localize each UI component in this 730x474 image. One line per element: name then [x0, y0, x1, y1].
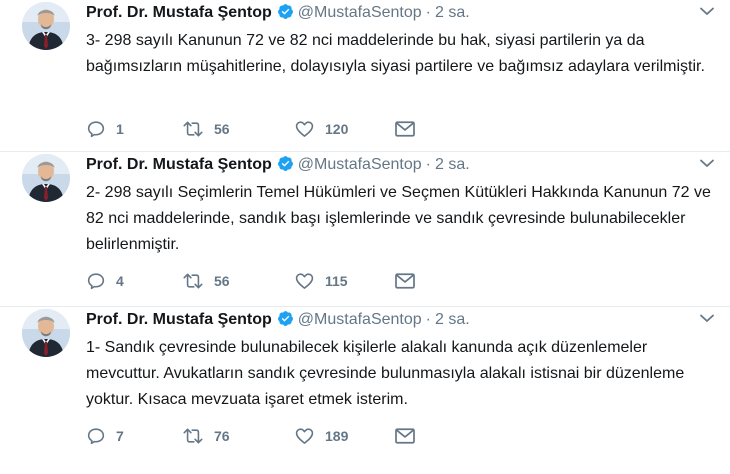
- tweet[interactable]: Prof. Dr. Mustafa Şentop @MustafaSentop · 2…: [0, 152, 730, 307]
- envelope-icon: [395, 273, 415, 289]
- tweet[interactable]: Prof. Dr. Mustafa Şentop @MustafaSentop · 2…: [0, 0, 730, 152]
- separator-dot: ·: [425, 311, 431, 328]
- retweet-button[interactable]: 56: [182, 271, 294, 291]
- reply-count: 4: [116, 273, 124, 289]
- like-button[interactable]: 189: [294, 426, 394, 446]
- heart-icon: [295, 428, 314, 444]
- tweet-actions: 1 56 120: [86, 118, 418, 140]
- reply-icon: [87, 428, 105, 445]
- retweet-button[interactable]: 56: [182, 119, 294, 139]
- avatar-portrait-icon: [22, 154, 70, 202]
- tweet-header: Prof. Dr. Mustafa Şentop @MustafaSentop · 2…: [86, 309, 720, 331]
- direct-message-button[interactable]: [394, 120, 418, 138]
- like-count: 115: [325, 273, 348, 289]
- chevron-down-icon[interactable]: [698, 2, 716, 20]
- like-count: 189: [325, 428, 349, 444]
- retweet-count: 56: [214, 273, 230, 289]
- avatar[interactable]: [22, 309, 70, 357]
- avatar-portrait-icon: [22, 309, 70, 357]
- tweet-timestamp[interactable]: 2 sa.: [435, 311, 470, 328]
- tweet-actions: 7 76 189: [86, 425, 418, 447]
- reply-count: 1: [116, 121, 124, 137]
- reply-button[interactable]: 1: [86, 119, 182, 139]
- heart-icon: [295, 121, 314, 137]
- separator-dot: ·: [425, 4, 431, 21]
- author-name[interactable]: Prof. Dr. Mustafa Şentop: [86, 4, 272, 21]
- envelope-icon: [395, 121, 415, 137]
- author-name[interactable]: Prof. Dr. Mustafa Şentop: [86, 311, 272, 328]
- retweet-button[interactable]: 76: [182, 426, 294, 446]
- author-handle[interactable]: @MustafaSentop: [298, 156, 422, 173]
- direct-message-button[interactable]: [394, 427, 418, 445]
- verified-badge-icon: [277, 4, 293, 19]
- like-button[interactable]: 115: [294, 271, 394, 291]
- like-count: 120: [325, 121, 349, 137]
- like-button[interactable]: 120: [294, 119, 394, 139]
- tweet-text: 3- 298 sayılı Kanunun 72 ve 82 nci madde…: [86, 32, 705, 75]
- author-name[interactable]: Prof. Dr. Mustafa Şentop: [86, 156, 272, 173]
- tweet-text: 2- 298 sayılı Seçimlerin Temel Hükümleri…: [86, 184, 711, 253]
- reply-button[interactable]: 7: [86, 426, 182, 446]
- verified-badge-icon: [277, 311, 293, 326]
- reply-button[interactable]: 4: [86, 271, 182, 291]
- avatar-portrait-icon: [22, 2, 70, 50]
- tweet-header: Prof. Dr. Mustafa Şentop @MustafaSentop · 2…: [86, 154, 720, 176]
- reply-icon: [87, 273, 105, 290]
- retweet-count: 76: [214, 428, 230, 444]
- author-handle[interactable]: @MustafaSentop: [298, 4, 422, 21]
- tweet[interactable]: Prof. Dr. Mustafa Şentop @MustafaSentop · 2…: [0, 307, 730, 469]
- retweet-icon: [183, 428, 203, 444]
- avatar[interactable]: [22, 2, 70, 50]
- reply-icon: [87, 121, 105, 138]
- avatar[interactable]: [22, 154, 70, 202]
- retweet-icon: [183, 121, 203, 137]
- tweet-actions: 4 56 115: [86, 270, 418, 292]
- chevron-down-icon[interactable]: [698, 309, 716, 327]
- tweet-header: Prof. Dr. Mustafa Şentop @MustafaSentop · 2…: [86, 2, 720, 24]
- tweet-timestamp[interactable]: 2 sa.: [435, 156, 470, 173]
- direct-message-button[interactable]: [394, 272, 418, 290]
- author-handle[interactable]: @MustafaSentop: [298, 311, 422, 328]
- verified-badge-icon: [277, 156, 293, 171]
- heart-icon: [295, 273, 314, 289]
- separator-dot: ·: [425, 156, 431, 173]
- chevron-down-icon[interactable]: [698, 154, 716, 172]
- envelope-icon: [395, 428, 415, 444]
- retweet-icon: [183, 273, 203, 289]
- tweet-text: 1- Sandık çevresinde bulunabilecek kişil…: [86, 339, 685, 408]
- retweet-count: 56: [214, 121, 230, 137]
- tweet-timestamp[interactable]: 2 sa.: [435, 4, 470, 21]
- tweet-timeline: Prof. Dr. Mustafa Şentop @MustafaSentop · 2…: [0, 0, 730, 474]
- reply-count: 7: [116, 428, 124, 444]
